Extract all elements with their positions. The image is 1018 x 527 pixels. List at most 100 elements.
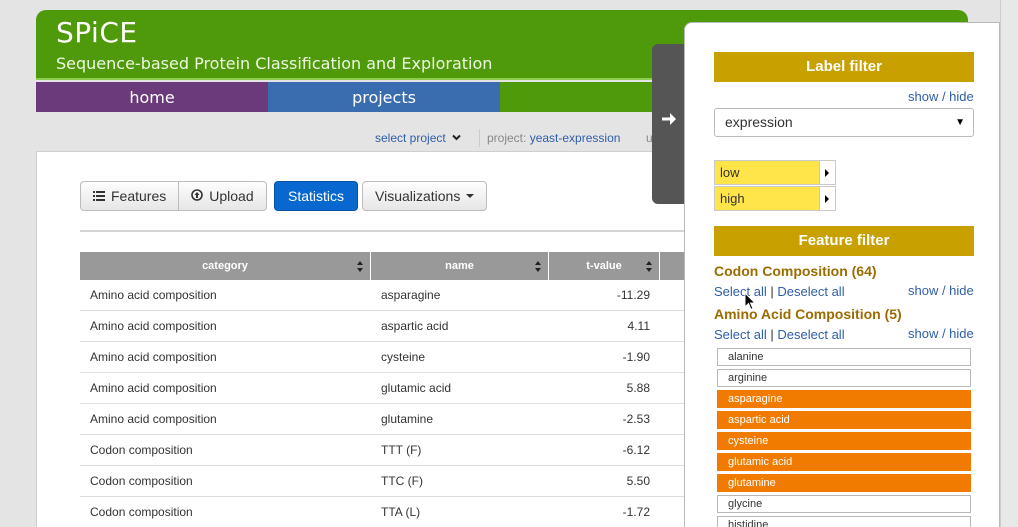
feature-item[interactable]: alanine (717, 348, 971, 366)
chevron-down-icon (452, 131, 461, 141)
nav-home[interactable]: home (36, 82, 268, 112)
column-header-label: category (202, 260, 248, 272)
content-divider (80, 230, 700, 232)
column-header-label: name (445, 260, 474, 272)
codon-select-all[interactable]: Select all (714, 284, 767, 299)
feature-item[interactable]: arginine (717, 369, 971, 387)
cell-t-value: 5.88 (626, 381, 650, 395)
cell-category: Amino acid composition (90, 381, 217, 395)
label-filter-title: Label filter (714, 52, 974, 82)
nav-projects[interactable]: projects (268, 82, 500, 112)
table-row[interactable]: Amino acid composition glutamine -2.53 (80, 404, 684, 435)
feature-item[interactable]: glutamine (717, 474, 971, 492)
features-button[interactable]: Features (80, 181, 180, 211)
cell-name: glutamine (381, 412, 434, 426)
cell-name: asparagine (381, 288, 441, 302)
sort-icon (646, 261, 653, 272)
dropdown-arrow-icon: ▼ (955, 117, 965, 128)
cell-category: Codon composition (90, 474, 193, 488)
feature-item[interactable]: cysteine (717, 432, 971, 450)
app-subtitle: Sequence-based Protein Classification an… (56, 54, 493, 73)
codon-select-links: Select all | Deselect all (714, 284, 845, 299)
amino-show-hide[interactable]: show / hide (908, 326, 974, 341)
amino-group-title: Amino Acid Composition (5) (714, 306, 902, 322)
arrow-right-icon[interactable] (660, 110, 678, 134)
amino-deselect-all[interactable]: Deselect all (777, 327, 844, 342)
feature-filter-title: Feature filter (714, 226, 974, 256)
feature-item[interactable]: glycine (717, 495, 971, 513)
visualizations-dropdown[interactable]: Visualizations (362, 181, 488, 211)
breadcrumb-project: project: yeast-expression (487, 131, 620, 145)
toolbar-group: Features Upload (80, 181, 267, 211)
cell-category: Amino acid composition (90, 350, 217, 364)
visualizations-label: Visualizations (375, 188, 461, 204)
table-row[interactable]: Amino acid composition asparagine -11.29 (80, 280, 684, 311)
page-scrollbar[interactable] (1000, 0, 1018, 527)
column-header-name[interactable]: name (371, 252, 549, 280)
cell-category: Amino acid composition (90, 288, 217, 302)
project-label: project: (487, 131, 527, 145)
amino-select-links: Select all | Deselect all (714, 327, 845, 342)
sort-icon (535, 261, 542, 272)
breadcrumb-divider (479, 129, 480, 147)
cell-t-value: -11.29 (616, 288, 650, 302)
list-icon (93, 188, 105, 204)
select-project-dropdown[interactable]: select project (375, 131, 461, 145)
codon-group-title: Codon Composition (64) (714, 263, 877, 279)
select-project-label: select project (375, 131, 446, 145)
upload-icon (191, 188, 204, 204)
cell-t-value: 5.50 (626, 474, 650, 488)
table-header: category name t-value (80, 252, 684, 280)
column-header-category[interactable]: category (80, 252, 371, 280)
mouse-cursor-icon (744, 291, 757, 316)
statistics-button[interactable]: Statistics (274, 181, 359, 211)
cell-t-value: -1.90 (622, 350, 650, 364)
cell-name: TTC (F) (381, 474, 423, 488)
features-button-label: Features (111, 188, 167, 204)
codon-deselect-all[interactable]: Deselect all (777, 284, 844, 299)
table-row[interactable]: Codon composition TTT (F) -6.12 (80, 435, 684, 466)
cell-category: Codon composition (90, 443, 193, 457)
label-select[interactable]: expression ▼ (714, 108, 974, 137)
cell-t-value: -2.53 (622, 412, 650, 426)
label-select-value: expression (725, 114, 793, 130)
cell-category: Codon composition (90, 505, 193, 519)
cell-category: Amino acid composition (90, 412, 217, 426)
caret-down-icon (466, 194, 475, 198)
codon-show-hide[interactable]: show / hide (908, 283, 974, 298)
link-separator: | (770, 327, 774, 342)
table-row[interactable]: Amino acid composition cysteine -1.90 (80, 342, 684, 373)
cell-name: TTT (F) (381, 443, 422, 457)
cell-t-value: -6.12 (622, 443, 650, 457)
statistics-table: category name t-value Amino acid composi… (80, 252, 684, 527)
app-title: SPiCE (56, 16, 138, 49)
table-row[interactable]: Codon composition TTA (L) -1.72 (80, 497, 684, 527)
label-item-low[interactable]: low (714, 160, 820, 185)
triangle-right-icon[interactable] (820, 160, 836, 185)
table-row[interactable]: Codon composition TTC (F) 5.50 (80, 466, 684, 497)
table-row[interactable]: Amino acid composition glutamic acid 5.88 (80, 373, 684, 404)
triangle-right-icon[interactable] (820, 186, 836, 211)
table-body: Amino acid composition asparagine -11.29 Am… (80, 280, 684, 527)
cell-category: Amino acid composition (90, 319, 217, 333)
label-filter-show-hide[interactable]: show / hide (908, 89, 974, 104)
link-separator: | (770, 284, 774, 299)
cell-t-value: -1.72 (622, 505, 650, 519)
feature-item[interactable]: glutamic acid (717, 453, 971, 471)
upload-button[interactable]: Upload (179, 181, 267, 211)
feature-item[interactable]: aspartic acid (717, 411, 971, 429)
cell-name: cysteine (381, 350, 426, 364)
cell-t-value: 4.11 (627, 319, 650, 333)
amino-select-all[interactable]: Select all (714, 327, 767, 342)
column-header-label: t-value (586, 260, 622, 272)
cell-name: TTA (L) (381, 505, 421, 519)
feature-item[interactable]: histidine (717, 516, 971, 527)
label-item-high[interactable]: high (714, 186, 820, 211)
cell-name: aspartic acid (381, 319, 449, 333)
cell-name: glutamic acid (381, 381, 452, 395)
feature-item[interactable]: asparagine (717, 390, 971, 408)
column-header-t-value[interactable]: t-value (549, 252, 660, 280)
upload-button-label: Upload (209, 188, 254, 204)
project-link[interactable]: yeast-expression (530, 131, 621, 145)
table-row[interactable]: Amino acid composition aspartic acid 4.11 (80, 311, 684, 342)
